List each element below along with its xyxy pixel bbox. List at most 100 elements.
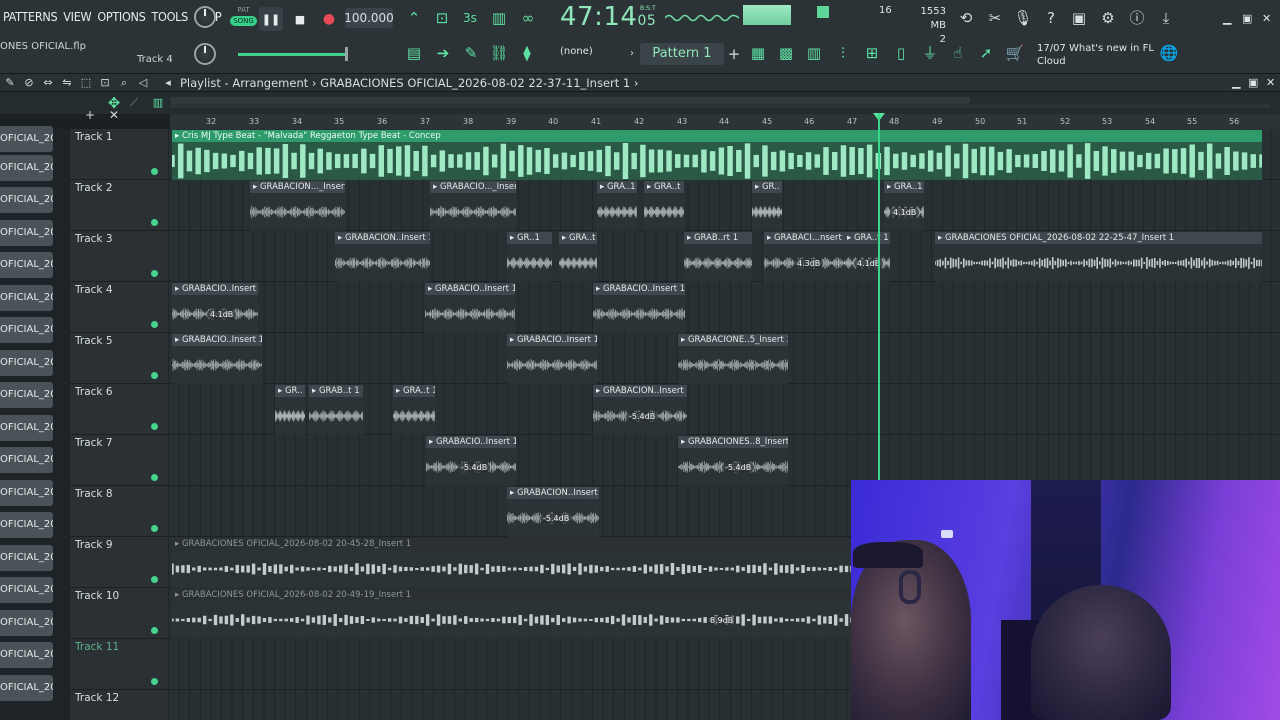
picker-clip[interactable]: OFICIAL_20.. xyxy=(0,545,53,571)
save-icon[interactable]: ▣ xyxy=(1069,8,1089,28)
picker-clip[interactable]: OFICIAL_20.. xyxy=(0,610,53,636)
info-icon[interactable]: ⓘ xyxy=(1127,8,1147,28)
audio-clip[interactable]: ▸ GRABACION..Insert 1 xyxy=(335,232,430,282)
magnifier-icon[interactable]: ⌕ xyxy=(114,73,134,93)
audio-clip[interactable]: ▸ Cris MJ Type Beat - "Malvada" Reggaeto… xyxy=(172,130,1262,180)
track-mute-led[interactable] xyxy=(151,219,158,226)
audio-clip[interactable]: ▸ GRABACIONES OFICIAL_2026-08-02 20-45-2… xyxy=(172,538,852,588)
audio-clip[interactable]: ▸ GRABACI...nsert 1 4.3dB xyxy=(764,232,846,282)
track-mute-led[interactable] xyxy=(151,678,158,685)
picker-clip[interactable]: OFICIAL_20.. xyxy=(0,415,53,441)
picker-clip[interactable]: OFICIAL_20.. xyxy=(0,642,53,668)
loop-record-icon[interactable]: ∞ xyxy=(517,8,539,28)
stepseq-icon[interactable]: ▥ xyxy=(803,43,825,63)
plug-icon[interactable]: ⏚ xyxy=(919,43,941,63)
menu-patterns[interactable]: PATTERNS xyxy=(0,9,60,24)
audio-clip[interactable]: ▸ GRA..t 1 4.1dB xyxy=(844,232,890,282)
restore-icon[interactable]: ▣ xyxy=(1242,12,1252,25)
link-icon[interactable]: ⛓ xyxy=(488,43,510,63)
wait-input-icon[interactable]: ⊡ xyxy=(431,8,453,28)
master-volume-knob[interactable] xyxy=(194,6,216,28)
picker-clip[interactable]: OFICIAL_20.. xyxy=(0,350,53,376)
timeline-ruler[interactable]: 32 33 34 35 36 37 38 39 40 41 42 43 44 4… xyxy=(170,114,1280,129)
track-mute-led[interactable] xyxy=(151,576,158,583)
pattern-selector[interactable]: Pattern 1 xyxy=(640,43,724,65)
audio-clip[interactable]: ▸ GRA..1 4.1dB xyxy=(884,181,924,231)
audio-clip[interactable]: ▸ GRA..1 xyxy=(597,181,637,231)
play-button[interactable]: ❚❚ xyxy=(259,7,283,31)
scroll-overview[interactable] xyxy=(170,104,1270,108)
track-name[interactable]: Track 12 xyxy=(75,692,119,704)
audio-clip[interactable]: ▸ GRABACION..._Insert 1 xyxy=(250,181,345,231)
slice-icon[interactable]: ⇋ xyxy=(57,73,77,93)
picker-clip[interactable]: OFICIAL_20.. xyxy=(0,675,53,701)
globe-icon[interactable]: 🌐 xyxy=(1158,43,1180,63)
audio-clip[interactable]: ▸ GRABACIONES OFICIAL_2026-08-02 20-49-1… xyxy=(172,589,852,639)
share-icon[interactable]: ➚ xyxy=(975,43,997,63)
audio-clip[interactable]: ▸ GRABACION..Insert 1 -5.4dB xyxy=(593,385,687,435)
audio-clip[interactable]: ▸ GRABACIONES..8_Insert 1 -5.4dB xyxy=(678,436,788,486)
track-mute-led[interactable] xyxy=(151,423,158,430)
pencil-icon[interactable]: ✎ xyxy=(460,43,482,63)
audio-clip[interactable]: ▸ GRA..t 1 xyxy=(393,385,435,435)
audio-clip[interactable]: ▸ GRABACIO..Insert 1 -5.4dB xyxy=(426,436,516,486)
slide-icon[interactable]: ⟋ xyxy=(124,93,144,113)
channel-rack-icon[interactable]: ▩ xyxy=(775,43,797,63)
track-name[interactable]: Track 5 xyxy=(75,335,113,347)
audio-clip[interactable]: ▸ GRABACIONE..5_Insert 1 xyxy=(678,334,788,384)
track-mute-led[interactable] xyxy=(151,627,158,634)
playlist-restore-icon[interactable]: ▣ xyxy=(1248,76,1258,89)
cut-icon[interactable]: ✂ xyxy=(985,8,1005,28)
audio-clip[interactable]: ▸ GRABACIO..Insert 1 xyxy=(507,334,597,384)
track-name[interactable]: Track 2 xyxy=(75,182,113,194)
stop-button[interactable]: ■ xyxy=(288,7,312,31)
audio-clip[interactable]: ▸ GR.. xyxy=(275,385,305,435)
track-name[interactable]: Track 9 xyxy=(75,539,113,551)
piano-roll-icon[interactable]: ▤ xyxy=(403,43,425,63)
horizontal-scrollbar[interactable] xyxy=(170,97,970,104)
track-mute-led[interactable] xyxy=(151,321,158,328)
audio-clip[interactable]: ▸ GR.. xyxy=(752,181,782,231)
channel-route-select[interactable]: (none) xyxy=(560,46,620,62)
slip-icon[interactable]: ⇔ xyxy=(38,73,58,93)
picker-clip[interactable]: OFICIAL_20.. xyxy=(0,285,53,311)
zoom-icon[interactable]: ⊡ xyxy=(95,73,115,93)
plugin-icon[interactable]: ⚙ xyxy=(1098,8,1118,28)
pat-song-toggle[interactable]: PAT SONG xyxy=(230,4,257,34)
track-mute-led[interactable] xyxy=(151,270,158,277)
arrow-right-icon[interactable]: ➔ xyxy=(432,43,454,63)
master-volume-thumb[interactable] xyxy=(345,47,348,61)
picker-clip[interactable]: OFICIAL_20.. xyxy=(0,512,53,538)
add-pattern-icon[interactable]: + xyxy=(724,44,744,64)
record-button[interactable]: ● xyxy=(317,7,341,31)
picker-clip[interactable]: OFICIAL_20.. xyxy=(0,447,53,473)
audio-clip[interactable]: ▸ GR..1 xyxy=(507,232,552,282)
picker-clip[interactable]: OFICIAL_20.. xyxy=(0,155,53,181)
menu-options[interactable]: OPTIONS xyxy=(94,9,148,24)
picker-clip[interactable]: OFICIAL_20.. xyxy=(0,317,53,343)
mixer-icon[interactable]: ⫶ xyxy=(832,43,854,63)
grid-icon[interactable]: ▥ xyxy=(148,93,168,113)
master-pitch-knob[interactable] xyxy=(194,43,216,65)
touch-icon[interactable]: ☝ xyxy=(947,43,969,63)
picker-clip[interactable]: OFICIAL_20.. xyxy=(0,382,53,408)
menu-tools[interactable]: TOOLS xyxy=(148,9,190,24)
picker-clip[interactable]: OFICIAL_20.. xyxy=(0,220,53,246)
magic-icon[interactable]: ✎ xyxy=(0,73,20,93)
audio-clip[interactable]: ▸ GRAB..rt 1 xyxy=(684,232,752,282)
track-name[interactable]: Track 7 xyxy=(75,437,113,449)
picker-clip[interactable]: OFICIAL_20.. xyxy=(0,480,53,506)
audio-clip[interactable]: ▸ GRABACIO..Insert 1 xyxy=(593,283,685,333)
speaker-icon[interactable]: ◁ xyxy=(133,73,153,93)
mute-icon[interactable]: ⊘ xyxy=(19,73,39,93)
playlist-close-icon[interactable]: ✕ xyxy=(1266,76,1275,89)
step-edit-icon[interactable]: ▥ xyxy=(488,8,510,28)
track-name[interactable]: Track 10 xyxy=(75,590,119,602)
track-name[interactable]: Track 3 xyxy=(75,233,113,245)
track-mute-led[interactable] xyxy=(151,372,158,379)
track-name[interactable]: Track 11 xyxy=(75,641,119,653)
remove-track-icon[interactable]: ✕ xyxy=(104,105,124,125)
undo-icon[interactable]: ⟲ xyxy=(956,8,976,28)
audio-clip[interactable]: ▸ GRAB..t 1 xyxy=(309,385,363,435)
audio-clip[interactable]: ▸ GRABACIO..._Insert 1 xyxy=(430,181,516,231)
